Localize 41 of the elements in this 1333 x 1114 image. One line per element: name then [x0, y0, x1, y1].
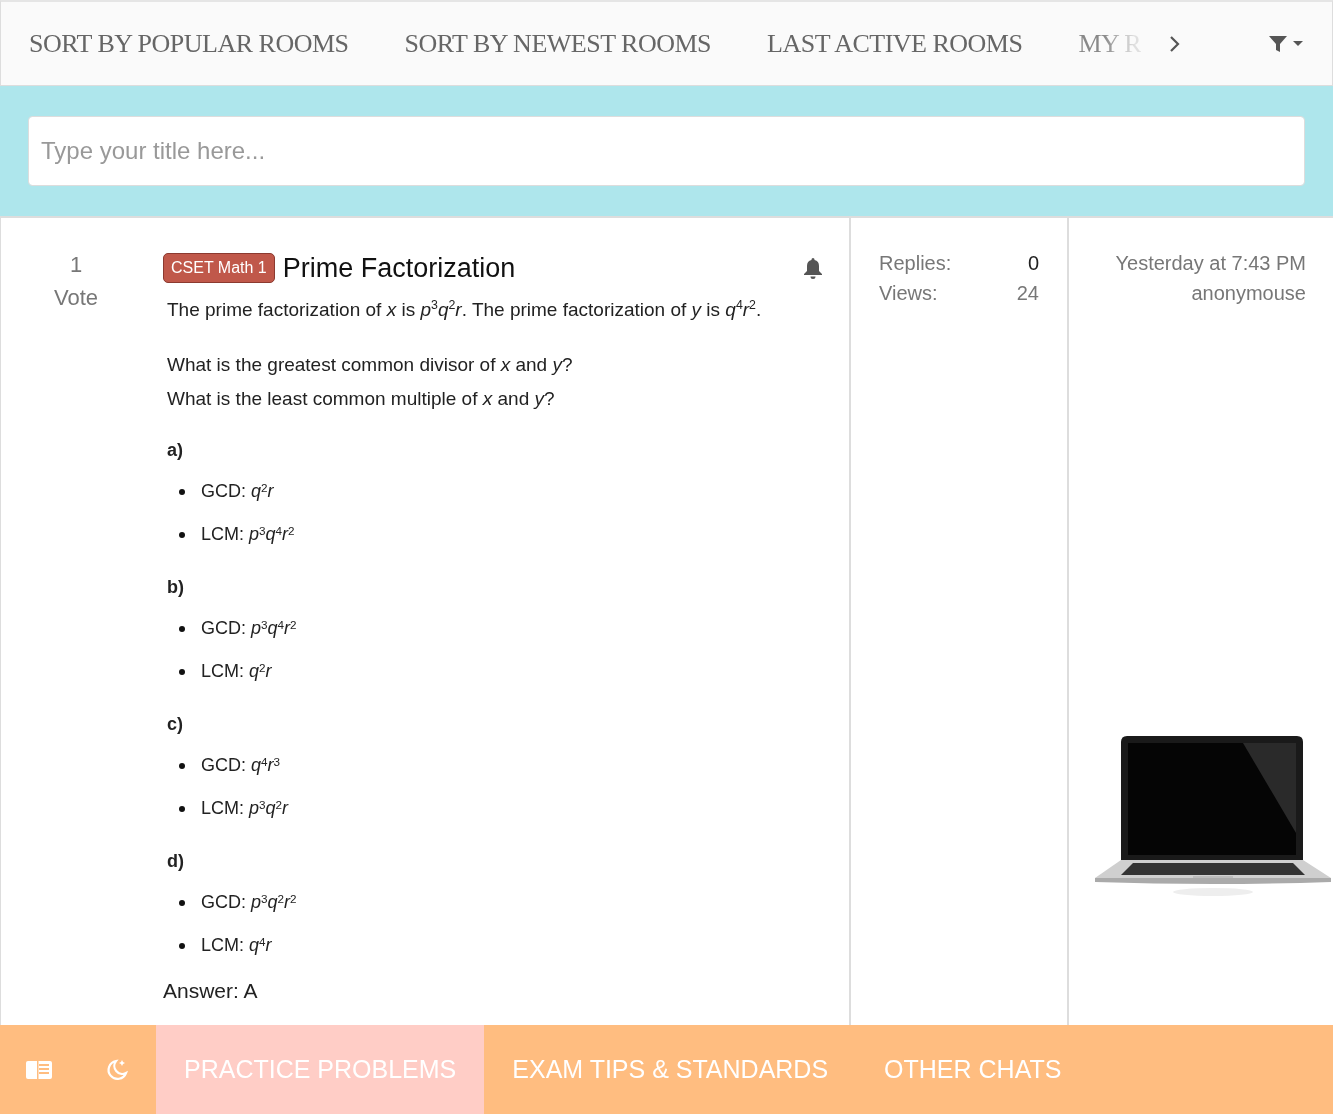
bullet-icon — [179, 488, 185, 495]
nav-tab[interactable]: LAST ACTIVE ROOMS — [767, 24, 1023, 63]
question-text: The prime factorization of x is p$^{3}$q$^{2}$r. The prime factorization of y is q$^{4}$r$^{2}$. — [167, 297, 763, 322]
chevron-right-icon[interactable] — [1169, 34, 1182, 53]
option-label: b) — [167, 576, 185, 600]
author-name: anonymouse — [1191, 281, 1306, 306]
bell-icon[interactable] — [803, 257, 823, 280]
nav-tab[interactable]: SORT BY NEWEST ROOMS — [404, 24, 712, 63]
option-text: LCM: p$^{3}$q$^{4}$r$^{2}$ — [201, 522, 295, 547]
nav-tab[interactable]: SORT BY POPULAR ROOMS — [29, 24, 349, 63]
search-field[interactable]: Type your title here... — [28, 116, 1305, 186]
vote-label: Vote — [52, 284, 99, 312]
option-text: GCD: p$^{3}$q$^{2}$r$^{2}$ — [201, 890, 297, 915]
vote-count: 1 — [68, 251, 84, 279]
option-label: c) — [167, 713, 184, 737]
bullet-icon — [179, 668, 185, 675]
option-text: LCM: q$^{2}$r — [201, 659, 272, 684]
option-text: LCM: q$^{4}$r — [201, 933, 272, 958]
stat-label: Views: — [879, 281, 938, 306]
option-text: GCD: q$^{2}$r — [201, 479, 274, 504]
stat-value: 24 — [1016, 281, 1039, 306]
bullet-icon — [179, 762, 185, 769]
bullet-icon — [179, 531, 185, 538]
filter-icon[interactable] — [1268, 34, 1304, 53]
post-title: Prime Factorization — [282, 252, 516, 285]
option-text: GCD: q$^{4}$r$^{3}$ — [201, 753, 281, 778]
question-text: What is the least common multiple of x and y? — [167, 386, 556, 411]
timestamp: Yesterday at 7:43 PM — [1115, 251, 1306, 276]
bullet-icon — [179, 899, 185, 906]
option-text: LCM: p$^{3}$q$^{2}$r — [201, 796, 289, 821]
bullet-icon — [179, 805, 185, 812]
option-label: d) — [167, 850, 185, 874]
stat-label: Replies: — [879, 251, 952, 276]
bullet-icon — [179, 625, 185, 632]
option-text: GCD: p$^{3}$q$^{4}$r$^{2}$ — [201, 616, 297, 641]
option-label: a) — [167, 439, 184, 463]
tag-badge[interactable]: CSET Math 1 — [163, 253, 275, 284]
question-text: What is the greatest common divisor of x and y? — [167, 353, 574, 378]
answer-text: Answer: A — [163, 978, 259, 1005]
stat-value: 0 — [1027, 251, 1039, 276]
bullet-icon — [179, 942, 185, 949]
